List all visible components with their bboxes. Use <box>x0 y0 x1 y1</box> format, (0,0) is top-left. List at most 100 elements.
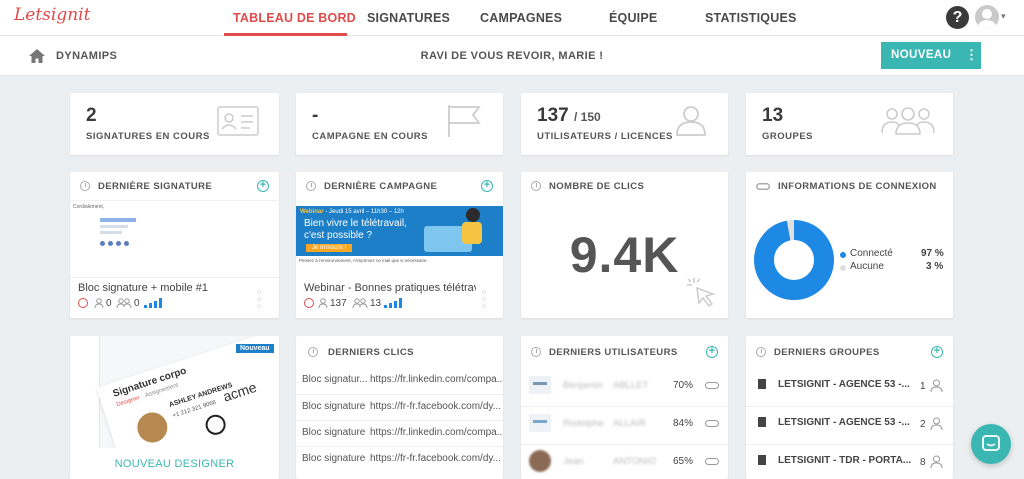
new-designer-link[interactable]: NOUVEAU DESIGNER <box>70 458 279 470</box>
more-vertical-icon[interactable]: ⋮ <box>965 47 978 63</box>
link-icon[interactable] <box>705 420 719 427</box>
clicks-card: NOMBRE DE CLICS 9.4K <box>521 172 728 318</box>
card-title: DERNIERS CLICS <box>328 347 414 358</box>
stat-card-signatures[interactable]: 2 SIGNATURES EN COURS <box>70 93 279 155</box>
new-badge: Nouveau <box>236 344 274 353</box>
nav-tab-campaigns[interactable]: CAMPAGNES <box>480 11 562 25</box>
signal-icon <box>384 298 402 308</box>
stat-card-users[interactable]: 137 / 150 UTILISATEURS / LICENCES <box>521 93 728 155</box>
user-icon <box>94 298 104 308</box>
list-item[interactable]: Bloc signatur... https://fr.linkedin.com/… <box>302 374 503 385</box>
card-header: DERNIERS GROUPES + <box>746 336 953 364</box>
group-name: LETSIGNIT - AGENCE 53 -... <box>778 417 910 428</box>
group-name: LETSIGNIT - TDR - PORTA... <box>778 455 912 466</box>
card-header: INFORMATIONS DE CONNEXION <box>746 172 953 200</box>
click-signature-name: Bloc signature <box>302 427 366 438</box>
list-item[interactable]: Bloc signature https://fr.linkedin.com/co… <box>302 427 503 438</box>
avatar[interactable] <box>975 5 999 29</box>
avatar <box>529 450 551 472</box>
card-header: DERNIERS UTILISATEURS + <box>521 336 728 364</box>
clock-icon <box>306 181 316 191</box>
new-button-label: NOUVEAU <box>891 49 952 61</box>
user-percent: 70% <box>673 380 694 391</box>
stat-value: - <box>312 105 319 126</box>
card-header: DERNIÈRE CAMPAGNE + <box>296 172 503 200</box>
legend-dot-none <box>840 265 846 271</box>
group-icon <box>881 107 935 135</box>
brand-emblem <box>203 412 229 438</box>
list-item[interactable]: Bloc signature https://fr-fr.facebook.com… <box>302 401 501 412</box>
legend-value: 97 % <box>921 248 944 259</box>
new-designer-card[interactable]: Signature corpo Designer Assignement ASH… <box>70 336 279 479</box>
card-title: NOMBRE DE CLICS <box>549 181 645 192</box>
nav-tab-dashboard[interactable]: TABLEAU DE BORD <box>233 11 356 25</box>
nav-tab-team[interactable]: ÉQUIPE <box>609 11 657 25</box>
link-icon[interactable] <box>705 382 719 389</box>
link-icon[interactable] <box>705 458 719 465</box>
table-row[interactable]: LETSIGNIT - AGENCE 53 -... 2 <box>746 406 953 444</box>
stat-card-campaigns[interactable]: - CAMPAGNE EN COURS <box>296 93 503 155</box>
card-title: DERNIERS UTILISATEURS <box>549 347 678 358</box>
group-count: 2 <box>920 419 926 430</box>
add-user-icon[interactable]: + <box>706 346 718 358</box>
nav-tab-statistics[interactable]: STATISTIQUES <box>705 11 797 25</box>
add-icon[interactable]: + <box>481 180 493 192</box>
stat-value: 137 / 150 <box>537 105 601 127</box>
stat-label: UTILISATEURS / LICENCES <box>537 131 673 142</box>
welcome-message: RAVI DE VOUS REVOIR, MARIE ! <box>420 50 604 62</box>
campaign-name[interactable]: Webinar - Bonnes pratiques télétrav <box>304 282 476 294</box>
group-name: LETSIGNIT - AGENCE 53 -... <box>778 379 910 390</box>
group-icon <box>352 298 368 308</box>
status-off-icon <box>78 298 88 308</box>
signature-name[interactable]: Bloc signature + mobile #1 <box>78 282 208 294</box>
card-title: DERNIÈRE SIGNATURE <box>98 181 213 192</box>
user-last-name: ANTONIO <box>613 456 657 467</box>
chat-launcher-button[interactable] <box>971 424 1011 464</box>
more-vertical-icon[interactable]: ○ ○ ○ <box>481 289 487 310</box>
user-first-name: Rodolphe <box>563 418 604 429</box>
stat-value: 13 <box>762 105 784 126</box>
table-row[interactable]: LETSIGNIT - TDR - PORTA... 8 <box>746 444 953 479</box>
table-row[interactable]: Rodolphe ALLAIR 84% <box>521 406 728 444</box>
stat-card-groups[interactable]: 13 GROUPES <box>746 93 953 155</box>
card-title: INFORMATIONS DE CONNEXION <box>778 181 937 192</box>
card-header: DERNIERS CLICS <box>296 336 503 364</box>
nav-tab-signatures[interactable]: SIGNATURES <box>367 11 450 25</box>
banner-headline: Bien vivre le télétravail, <box>304 218 407 229</box>
legend-dot-connected <box>840 252 846 258</box>
card-header: NOMBRE DE CLICS <box>521 172 728 200</box>
cursor-click-icon <box>687 278 716 308</box>
group-count: 8 <box>920 457 926 468</box>
building-icon <box>758 417 766 427</box>
last-groups-card: DERNIERS GROUPES + LETSIGNIT - AGENCE 53… <box>746 336 953 479</box>
chevron-down-icon[interactable]: ▾ <box>1001 11 1006 22</box>
list-item[interactable]: Bloc signature https://fr-fr.facebook.com… <box>302 453 501 464</box>
person-illustration <box>466 208 480 222</box>
table-row[interactable]: Benjamin ABLLET 70% <box>521 368 728 406</box>
click-url: https://fr.linkedin.com/compa... <box>370 427 503 438</box>
building-icon <box>758 455 766 465</box>
group-count: 1 <box>920 381 926 392</box>
card-header: DERNIÈRE SIGNATURE + <box>70 172 279 200</box>
status-off-icon <box>304 298 314 308</box>
new-button[interactable]: NOUVEAU ⋮ <box>881 42 981 69</box>
signature-preview[interactable]: Cordialement, <box>70 200 279 278</box>
stat-label: CAMPAGNE EN COURS <box>312 131 428 142</box>
user-last-name: ABLLET <box>613 380 649 391</box>
clock-icon <box>531 181 541 191</box>
add-icon[interactable]: + <box>257 180 269 192</box>
flag-icon <box>448 105 481 137</box>
help-icon[interactable]: ? <box>946 6 969 29</box>
table-row[interactable]: LETSIGNIT - AGENCE 53 -... 1 <box>746 368 953 406</box>
card-title: DERNIERS GROUPES <box>774 347 880 358</box>
last-clicks-card: DERNIERS CLICS Bloc signatur... https://f… <box>296 336 503 479</box>
connection-donut <box>754 220 834 300</box>
click-signature-name: Bloc signatur... <box>302 374 368 385</box>
table-row[interactable]: Jean ANTONIO 65% <box>521 444 728 479</box>
legend-label: Connecté <box>850 248 893 259</box>
logo[interactable]: Letsignit <box>14 5 90 25</box>
campaign-banner[interactable]: Webinar - Jeudi 15 avril – 11h30 – 12h B… <box>296 206 503 266</box>
banner-date: - Jeudi 15 avril – 11h30 – 12h <box>325 209 404 215</box>
add-group-icon[interactable]: + <box>931 346 943 358</box>
more-vertical-icon[interactable]: ○ ○ ○ <box>256 289 262 310</box>
